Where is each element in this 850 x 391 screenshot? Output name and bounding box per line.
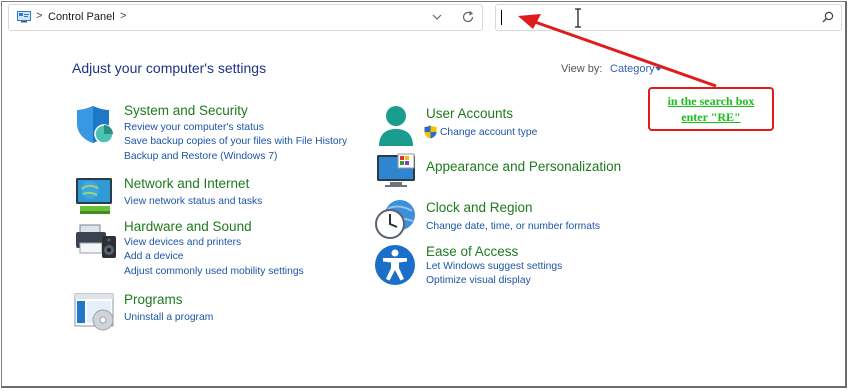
annotation-line-2: enter "RE" (681, 110, 741, 124)
annotation-line-1: in the search box (667, 94, 755, 108)
annotation-callout: in the search box enter "RE" (648, 87, 774, 131)
annotation-arrow (518, 14, 717, 88)
